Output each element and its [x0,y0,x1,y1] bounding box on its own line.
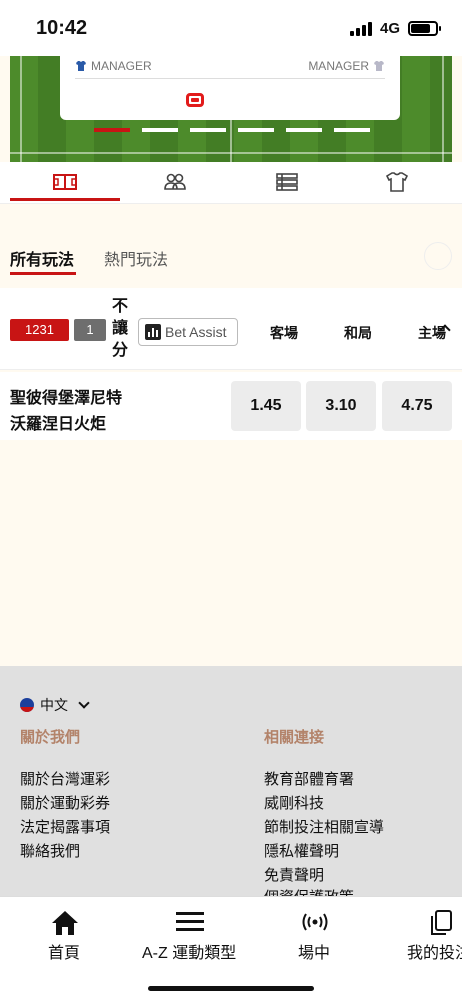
footer-link[interactable]: 關於台灣運彩 [20,768,110,789]
market-tabs: 所有玩法 熱門玩法 [0,232,462,280]
footer-link[interactable]: 法定揭露事項 [20,816,110,837]
handicap-label: 不讓分 [112,298,129,359]
away-shirt-icon [374,61,384,71]
nav-my-bets-label: 我的投注 [407,945,462,962]
home-team: 沃羅涅日火炬 [10,416,107,433]
left-manager: MANAGER [75,59,152,73]
nav-az-label: A-Z 運動類型 [142,945,237,962]
status-bar: 10:42 4G [0,0,462,56]
tab-active-indicator [10,198,120,201]
manager-divider [75,78,385,79]
footer-link[interactable]: 個資保護政策 [264,886,354,896]
carousel-dot[interactable] [238,128,274,132]
footer-link[interactable]: 教育部體育署 [264,768,354,789]
nav-home-label: 首頁 [48,945,81,962]
status-time: 10:42 [36,17,88,39]
home-shirt-icon [76,61,86,71]
tab-popular-markets[interactable]: 熱門玩法 [104,246,168,270]
related-title: 相關連接 [264,729,325,746]
bet-assist-label: Bet Assist [165,324,227,340]
pitch-line [20,56,22,162]
pitch-banner: MANAGER MANAGER [10,56,452,162]
bottom-nav: 首頁 A-Z 運動類型 場中 我的投注 [0,896,462,1000]
odds-home-button[interactable]: 4.75 [382,381,452,431]
footer: 中文 關於我們 相關連接 關於台灣運彩 關於運動彩券 法定揭露事項 聯絡我們 教… [0,666,462,896]
shirt-icon[interactable] [384,170,410,194]
language-label: 中文 [40,697,68,713]
match-row: 聖彼得堡澤尼特 沃羅涅日火炬 1.45 3.10 4.75 [0,372,462,440]
column-draw: 和局 [344,325,372,341]
signal-icon [349,21,372,36]
network-label: 4G [379,20,400,37]
right-manager-label: MANAGER [308,59,369,73]
menu-icon [176,912,204,931]
nav-live-label: 場中 [298,945,331,962]
footer-link[interactable]: 聯絡我們 [20,840,80,861]
list-icon[interactable] [274,170,300,194]
live-tv-icon[interactable] [186,93,204,107]
carousel-dot[interactable] [190,128,226,132]
match-number-badge: 1231 [10,319,69,341]
odds-away-button[interactable]: 1.45 [231,381,301,431]
footer-link[interactable]: 威剛科技 [264,792,324,813]
bar-chart-icon [145,324,161,340]
carousel-dot-active[interactable] [94,128,130,132]
home-icon [52,911,78,935]
right-manager: MANAGER [308,59,385,73]
language-selector[interactable]: 中文 [20,695,90,715]
carousel-dots [94,128,370,132]
odds-header: 1231 1 不讓分 Bet Assist 客場 和局 主場 [0,288,462,370]
manager-card: MANAGER MANAGER [60,56,400,120]
pitch-line [442,56,444,162]
carousel-dot[interactable] [142,128,178,132]
status-icons: 4G [349,20,441,37]
bet-assist-button[interactable]: Bet Assist [138,318,238,346]
away-team: 聖彼得堡澤尼特 [10,390,123,407]
market-tab-indicator [10,272,76,275]
field-icon[interactable] [52,170,78,194]
my-bets-icon [431,910,452,935]
left-manager-label: MANAGER [91,59,152,73]
footer-link[interactable]: 免責聲明 [264,864,324,885]
footer-link[interactable]: 關於運動彩券 [20,792,110,813]
handicap-badge: 1 [74,319,106,341]
chevron-down-icon [78,697,90,709]
flag-icon [20,698,34,712]
battery-icon [408,21,441,36]
about-title: 關於我們 [20,729,81,746]
odds-draw-button[interactable]: 3.10 [306,381,376,431]
people-icon[interactable] [162,170,188,194]
column-away: 客場 [270,325,298,341]
carousel-dot[interactable] [334,128,370,132]
footer-link[interactable]: 節制投注相關宣導 [264,816,384,837]
filter-circle-button[interactable] [424,242,452,270]
tab-all-markets[interactable]: 所有玩法 [10,246,74,270]
home-indicator [148,986,314,991]
live-broadcast-icon [302,913,328,931]
carousel-dot[interactable] [286,128,322,132]
footer-link[interactable]: 隱私權聲明 [264,840,339,861]
